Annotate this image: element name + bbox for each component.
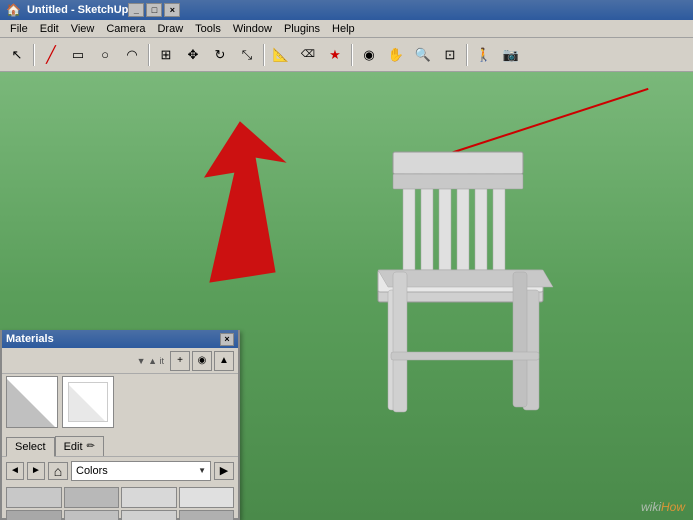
scroll-up-button[interactable]: ▲ [214, 351, 234, 371]
toolbar-sep4 [351, 44, 353, 66]
zoom-extents-tool[interactable]: ⊡ [437, 42, 463, 68]
sample-paint-button[interactable]: ◉ [192, 351, 212, 371]
materials-panel: Materials × ▼ ▲ it + ◉ ▲ [0, 330, 240, 520]
push-pull-tool[interactable]: ⊞ [153, 42, 179, 68]
swatch-4[interactable] [6, 510, 62, 520]
menu-file[interactable]: File [4, 20, 34, 37]
red-arrow [80, 112, 330, 312]
swatch-2[interactable] [121, 487, 177, 508]
menu-plugins[interactable]: Plugins [278, 20, 326, 37]
orbit-tool[interactable]: ◉ [356, 42, 382, 68]
line-tool[interactable]: ╱ [38, 42, 64, 68]
toolbar-sep5 [466, 44, 468, 66]
tab-select-label: Select [15, 441, 46, 453]
swatch-0[interactable] [6, 487, 62, 508]
menubar: File Edit View Camera Draw Tools Window … [0, 20, 693, 38]
scale-tool[interactable]: ⤡ [234, 42, 260, 68]
materials-tabs: Select Edit ✏ [2, 434, 238, 456]
paint-tool[interactable]: ★ [322, 42, 348, 68]
swatch-1[interactable] [64, 487, 120, 508]
forward-button[interactable]: ► [27, 462, 45, 480]
materials-title: Materials [6, 333, 220, 345]
window-controls: _ □ × [128, 3, 180, 17]
maximize-button[interactable]: □ [146, 3, 162, 17]
tab-select[interactable]: Select [6, 437, 55, 457]
menu-edit[interactable]: Edit [34, 20, 65, 37]
materials-preview-area [2, 374, 238, 434]
swatch-3[interactable] [179, 487, 235, 508]
menu-camera[interactable]: Camera [100, 20, 151, 37]
dropdown-arrow-icon: ▼ [198, 466, 206, 475]
menu-draw[interactable]: Draw [151, 20, 189, 37]
materials-nav-controls: ◄ ► ⌂ Colors ▼ ▶ [2, 456, 238, 484]
toolbar-sep1 [33, 44, 35, 66]
zoom-tool[interactable]: 🔍 [410, 42, 436, 68]
category-dropdown-value: Colors [76, 465, 108, 477]
titlebar: 🏠 Untitled - SketchUp _ □ × [0, 0, 693, 20]
move-tool[interactable]: ✥ [180, 42, 206, 68]
materials-close-button[interactable]: × [220, 333, 234, 346]
menu-tools[interactable]: Tools [189, 20, 227, 37]
walk-tool[interactable]: 🚶 [471, 42, 497, 68]
secondary-preview-inner [68, 382, 108, 422]
rotate-tool[interactable]: ↻ [207, 42, 233, 68]
tab-edit[interactable]: Edit ✏ [55, 436, 104, 456]
titlebar-title: Untitled - SketchUp [27, 4, 128, 16]
arc-tool[interactable]: ◠ [119, 42, 145, 68]
menu-view[interactable]: View [65, 20, 101, 37]
materials-swatches-grid [2, 484, 238, 520]
primary-material-preview[interactable] [6, 376, 58, 428]
viewport-area: wikiHow Materials × ▼ ▲ it + ◉ ▲ [0, 72, 693, 520]
create-material-button[interactable]: + [170, 351, 190, 371]
wikihow-watermark: wikiHow [641, 500, 685, 514]
menu-window[interactable]: Window [227, 20, 278, 37]
edit-pencil-icon[interactable]: ✏ [87, 441, 95, 452]
import-button[interactable]: ▶ [214, 462, 234, 480]
toolbar: ↖ ╱ ▭ ○ ◠ ⊞ ✥ ↻ ⤡ 📐 ⌫ ★ ◉ ✋ 🔍 ⊡ 🚶 📷 [0, 38, 693, 72]
pan-tool[interactable]: ✋ [383, 42, 409, 68]
rectangle-tool[interactable]: ▭ [65, 42, 91, 68]
materials-inner-toolbar: ▼ ▲ it + ◉ ▲ [2, 348, 238, 374]
circle-tool[interactable]: ○ [92, 42, 118, 68]
materials-display-label: ▼ ▲ it [137, 356, 164, 366]
secondary-material-preview[interactable] [62, 376, 114, 428]
red-arrow-svg [80, 112, 330, 332]
back-button[interactable]: ◄ [6, 462, 24, 480]
swatch-5[interactable] [64, 510, 120, 520]
toolbar-sep2 [148, 44, 150, 66]
3d-viewport[interactable]: wikiHow Materials × ▼ ▲ it + ◉ ▲ [0, 72, 693, 520]
swatch-7[interactable] [179, 510, 235, 520]
wiki-text: wiki [641, 500, 661, 514]
swatch-6[interactable] [121, 510, 177, 520]
position-camera-tool[interactable]: 📷 [498, 42, 524, 68]
chair-model [313, 132, 633, 492]
preview-white-triangle [6, 377, 57, 428]
toolbar-sep3 [263, 44, 265, 66]
home-button[interactable]: ⌂ [48, 462, 68, 480]
tape-tool[interactable]: 📐 [268, 42, 294, 68]
app-icon: 🏠 [6, 3, 21, 17]
tab-edit-label: Edit [64, 441, 83, 453]
how-text: How [661, 500, 685, 514]
select-tool[interactable]: ↖ [4, 42, 30, 68]
minimize-button[interactable]: _ [128, 3, 144, 17]
close-button[interactable]: × [164, 3, 180, 17]
menu-help[interactable]: Help [326, 20, 361, 37]
category-dropdown[interactable]: Colors ▼ [71, 461, 211, 481]
chair-svg [313, 132, 633, 492]
eraser-tool[interactable]: ⌫ [295, 42, 321, 68]
materials-titlebar: Materials × [2, 330, 238, 348]
